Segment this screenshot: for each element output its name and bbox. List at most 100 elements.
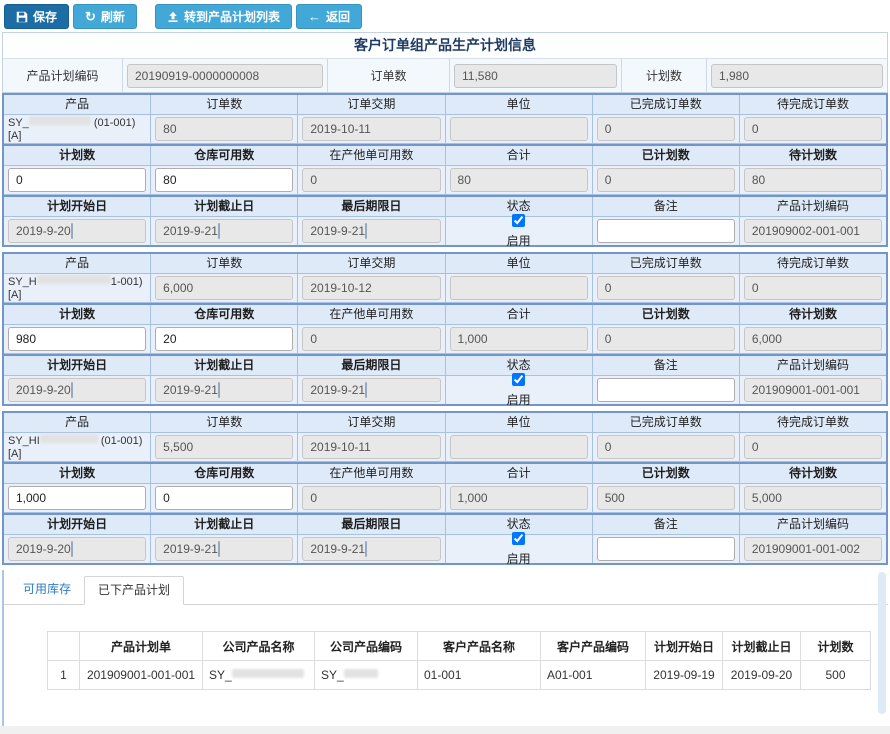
tab-available-stock[interactable]: 可用库存 <box>10 576 84 604</box>
end-date-picker[interactable]: 2019-9-21 <box>155 537 293 561</box>
order-qty-value: 6,000 <box>155 276 293 300</box>
header-end-date: 计划截止日 <box>150 197 297 216</box>
todo-qty-value: 0 <box>744 435 882 459</box>
enabled-checkbox[interactable] <box>512 214 525 227</box>
calendar-icon[interactable] <box>365 541 367 557</box>
calendar-icon[interactable] <box>218 382 220 398</box>
enabled-label: 启用 <box>507 550 531 567</box>
header-to-plan-qty: 待计划数 <box>739 464 886 483</box>
header-todo-qty: 待完成订单数 <box>739 413 886 432</box>
due-date-value: 2019-10-11 <box>302 435 440 459</box>
unit-value <box>450 276 588 300</box>
summary-plan-code-field: 20190919-0000000008 <box>123 59 328 92</box>
horizontal-scrollbar[interactable] <box>0 726 890 734</box>
plan-code-value: 201909001-001-002 <box>744 537 882 561</box>
goto-plan-list-button[interactable]: 转到产品计划列表 <box>155 4 292 29</box>
plan-qty-input[interactable] <box>8 486 146 510</box>
goto-plan-list-label: 转到产品计划列表 <box>184 8 280 25</box>
back-button[interactable]: ← 返回 <box>296 4 362 29</box>
to-plan-qty-value: 80 <box>744 168 882 192</box>
enabled-checkbox[interactable] <box>512 373 525 386</box>
col-end-date: 计划截止日 <box>723 632 801 661</box>
header-done-qty: 已完成订单数 <box>592 413 739 432</box>
plan-block-3: 产品 订单数 订单交期 单位 已完成订单数 待完成订单数 SY_HI (01-0… <box>2 411 888 565</box>
summary-order-qty-label: 订单数 <box>328 59 450 92</box>
planned-qty-value: 0 <box>597 168 735 192</box>
block1-header-row2: 计划数 仓库可用数 在产他单可用数 合计 已计划数 待计划数 <box>4 144 886 166</box>
calendar-icon[interactable] <box>218 541 220 557</box>
order-qty-value: 5,500 <box>155 435 293 459</box>
start-date-picker[interactable]: 2019-9-20 <box>8 537 146 561</box>
header-due-date: 订单交期 <box>297 95 444 114</box>
deadline-picker[interactable]: 2019-9-21 <box>302 219 440 243</box>
calendar-icon[interactable] <box>71 382 73 398</box>
table-header-row: 产品计划单 公司产品名称 公司产品编码 客户产品名称 客户产品编码 计划开始日 … <box>48 632 871 661</box>
summary-plan-qty-value: 1,980 <box>711 64 883 88</box>
header-plan-qty: 计划数 <box>4 464 150 483</box>
summary-plan-qty-field: 1,980 <box>707 59 887 92</box>
calendar-icon[interactable] <box>365 382 367 398</box>
calendar-icon[interactable] <box>218 223 220 239</box>
plan-qty-cell: 500 <box>801 661 871 690</box>
header-start-date: 计划开始日 <box>4 356 150 375</box>
col-start-date: 计划开始日 <box>646 632 723 661</box>
header-end-date: 计划截止日 <box>150 515 297 534</box>
block1-value-row3: 2019-9-20 2019-9-21 2019-9-21 启用 2019090… <box>4 217 886 245</box>
header-product: 产品 <box>4 254 150 273</box>
header-other-order-qty: 在产他单可用数 <box>297 464 444 483</box>
vertical-scrollbar[interactable] <box>878 572 886 714</box>
enabled-label: 启用 <box>507 232 531 249</box>
header-start-date: 计划开始日 <box>4 197 150 216</box>
done-qty-value: 0 <box>597 276 735 300</box>
header-due-date: 订单交期 <box>297 254 444 273</box>
summary-plan-code-label: 产品计划编码 <box>3 59 123 92</box>
calendar-icon[interactable] <box>365 223 367 239</box>
tab-placed-product-plans[interactable]: 已下产品计划 <box>84 576 184 605</box>
summary-order-qty-value: 11,580 <box>454 64 617 88</box>
end-date-picker[interactable]: 2019-9-21 <box>155 378 293 402</box>
refresh-button[interactable]: ↻ 刷新 <box>73 4 137 29</box>
warehouse-qty-input[interactable] <box>155 327 293 351</box>
enabled-checkbox[interactable] <box>512 532 525 545</box>
header-end-date: 计划截止日 <box>150 356 297 375</box>
save-button[interactable]: 保存 <box>4 4 69 29</box>
product-name: SY_ (01-001) [A] <box>4 115 150 143</box>
header-order-qty: 订单数 <box>150 254 297 273</box>
col-plan-qty: 计划数 <box>801 632 871 661</box>
back-arrow-icon: ← <box>308 10 321 23</box>
warehouse-qty-input[interactable] <box>155 486 293 510</box>
header-order-qty: 订单数 <box>150 413 297 432</box>
save-button-label: 保存 <box>33 8 57 25</box>
placed-plans-table: 产品计划单 公司产品名称 公司产品编码 客户产品名称 客户产品编码 计划开始日 … <box>47 631 871 690</box>
summary-plan-qty-label: 计划数 <box>622 59 707 92</box>
header-remark: 备注 <box>592 197 739 216</box>
header-unit: 单位 <box>445 95 592 114</box>
deadline-picker[interactable]: 2019-9-21 <box>302 537 440 561</box>
remark-input[interactable] <box>597 219 735 243</box>
remark-input[interactable] <box>597 537 735 561</box>
plan-qty-input[interactable] <box>8 168 146 192</box>
warehouse-qty-input[interactable] <box>155 168 293 192</box>
header-other-order-qty: 在产他单可用数 <box>297 146 444 165</box>
redacted-text <box>29 116 91 125</box>
end-date-picker[interactable]: 2019-9-21 <box>155 219 293 243</box>
calendar-icon[interactable] <box>71 223 73 239</box>
deadline-picker[interactable]: 2019-9-21 <box>302 378 440 402</box>
header-unit: 单位 <box>445 413 592 432</box>
order-qty-value: 80 <box>155 117 293 141</box>
company-product-name-cell: SY_ <box>203 661 315 690</box>
start-date-picker[interactable]: 2019-9-20 <box>8 219 146 243</box>
plan-qty-input[interactable] <box>8 327 146 351</box>
start-date-picker[interactable]: 2019-9-20 <box>8 378 146 402</box>
header-planned-qty: 已计划数 <box>592 464 739 483</box>
status-cell: 启用 <box>445 535 592 563</box>
remark-input[interactable] <box>597 378 735 402</box>
table-row[interactable]: 1 201909001-001-001 SY_ SY_ 01-001 A01-0… <box>48 661 871 690</box>
calendar-icon[interactable] <box>71 541 73 557</box>
block1-header-row3: 计划开始日 计划截止日 最后期限日 状态 备注 产品计划编码 <box>4 195 886 217</box>
plan-code-value: 201909001-001-001 <box>744 378 882 402</box>
header-total: 合计 <box>445 305 592 324</box>
block1-header-row1: 产品 订单数 订单交期 单位 已完成订单数 待完成订单数 <box>4 95 886 115</box>
summary-row: 产品计划编码 20190919-0000000008 订单数 11,580 计划… <box>3 59 887 92</box>
due-date-value: 2019-10-11 <box>302 117 440 141</box>
